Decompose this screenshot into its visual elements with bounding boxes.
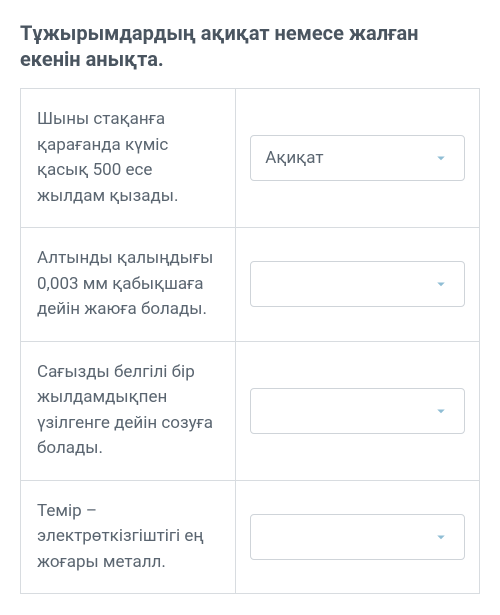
- answer-select[interactable]: Ақиқат: [250, 135, 465, 181]
- table-row: Алтынды қалыңдығы 0,003 мм қабықшаға дей…: [21, 228, 479, 342]
- select-cell: [236, 481, 479, 594]
- table-row: Сағызды белгілі бір жылдамдықпен үзілген…: [21, 342, 479, 481]
- statements-table: Шыны стақанға қарағанда күміс қасық 500 …: [20, 88, 480, 594]
- statement-text: Алтынды қалыңдығы 0,003 мм қабықшаға дей…: [21, 228, 236, 341]
- question-heading: Тұжырымдардың ақиқат немесе жалған екені…: [20, 20, 480, 72]
- chevron-down-icon: [432, 528, 450, 546]
- answer-select[interactable]: [250, 388, 465, 434]
- chevron-down-icon: [432, 275, 450, 293]
- select-cell: Ақиқат: [236, 89, 479, 227]
- select-cell: [236, 342, 479, 480]
- select-cell: [236, 228, 479, 341]
- statement-text: Шыны стақанға қарағанда күміс қасық 500 …: [21, 89, 236, 227]
- table-row: Темір – электрөткізгіштігі ең жоғары мет…: [21, 481, 479, 594]
- table-row: Шыны стақанға қарағанда күміс қасық 500 …: [21, 89, 479, 228]
- statement-text: Сағызды белгілі бір жылдамдықпен үзілген…: [21, 342, 236, 480]
- chevron-down-icon: [432, 149, 450, 167]
- statement-text: Темір – электрөткізгіштігі ең жоғары мет…: [21, 481, 236, 594]
- select-value: Ақиқат: [265, 148, 323, 168]
- chevron-down-icon: [432, 402, 450, 420]
- answer-select[interactable]: [250, 514, 465, 560]
- answer-select[interactable]: [250, 261, 465, 307]
